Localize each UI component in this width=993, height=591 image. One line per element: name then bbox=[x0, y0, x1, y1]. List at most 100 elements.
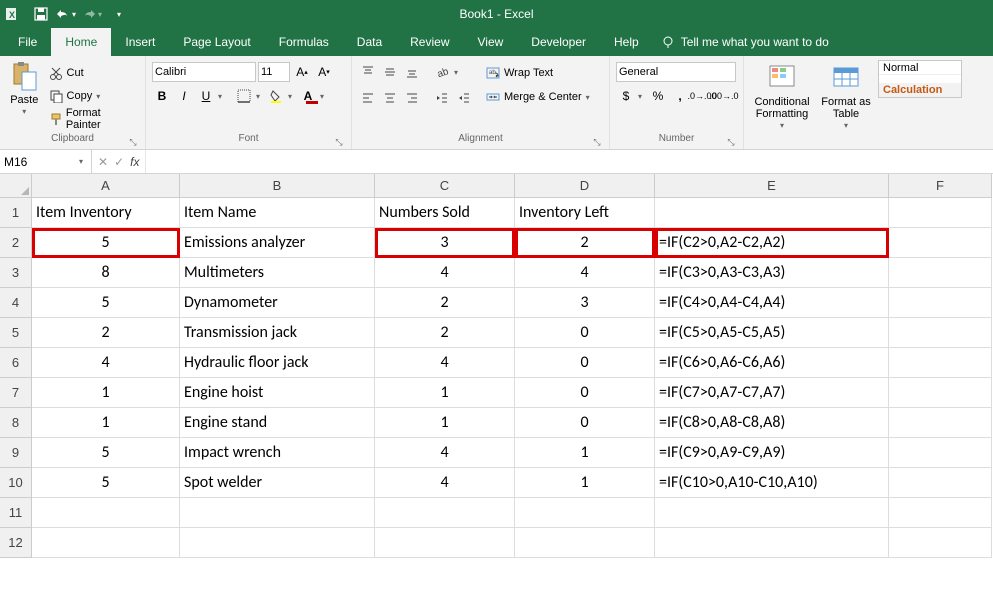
cell-E12[interactable] bbox=[655, 528, 889, 558]
enter-formula-icon[interactable]: ✓ bbox=[114, 155, 124, 169]
cell-D3[interactable]: 4 bbox=[515, 258, 655, 288]
cell-C5[interactable]: 2 bbox=[375, 318, 515, 348]
style-calculation[interactable]: Calculation bbox=[879, 83, 961, 97]
row-header-3[interactable]: 3 bbox=[0, 258, 32, 288]
cell-F9[interactable] bbox=[889, 438, 992, 468]
number-format-select[interactable] bbox=[616, 62, 736, 82]
cell-E4[interactable]: =IF(C4>0,A4-C4,A4) bbox=[655, 288, 889, 318]
row-header-6[interactable]: 6 bbox=[0, 348, 32, 378]
cell-F11[interactable] bbox=[889, 498, 992, 528]
cell-B11[interactable] bbox=[180, 498, 375, 528]
tell-me-search[interactable]: Tell me what you want to do bbox=[661, 28, 829, 56]
style-normal[interactable]: Normal bbox=[879, 61, 961, 75]
cell-B10[interactable]: Spot welder bbox=[180, 468, 375, 498]
fx-icon[interactable]: fx bbox=[130, 155, 139, 169]
cell-F7[interactable] bbox=[889, 378, 992, 408]
row-header-7[interactable]: 7 bbox=[0, 378, 32, 408]
cell-B9[interactable]: Impact wrench bbox=[180, 438, 375, 468]
decrease-decimal-button[interactable]: .00→.0 bbox=[714, 86, 734, 106]
cell-F2[interactable] bbox=[889, 228, 992, 258]
formula-input[interactable] bbox=[146, 150, 993, 173]
increase-indent-button[interactable] bbox=[454, 88, 474, 108]
cell-A5[interactable]: 2 bbox=[32, 318, 180, 348]
align-center-button[interactable] bbox=[380, 88, 400, 108]
decrease-font-button[interactable]: A▾ bbox=[314, 62, 334, 82]
font-launcher-icon[interactable]: ⤡ bbox=[333, 137, 345, 149]
cell-B8[interactable]: Engine stand bbox=[180, 408, 375, 438]
cell-C8[interactable]: 1 bbox=[375, 408, 515, 438]
cell-E8[interactable]: =IF(C8>0,A8-C8,A8) bbox=[655, 408, 889, 438]
undo-button[interactable]: ▾ bbox=[54, 2, 80, 26]
cell-A4[interactable]: 5 bbox=[32, 288, 180, 318]
align-left-button[interactable] bbox=[358, 88, 378, 108]
cell-E11[interactable] bbox=[655, 498, 889, 528]
cell-C12[interactable] bbox=[375, 528, 515, 558]
format-painter-button[interactable]: Format Painter bbox=[45, 108, 139, 130]
cell-E2[interactable]: =IF(C2>0,A2-C2,A2) bbox=[655, 228, 889, 258]
cell-F4[interactable] bbox=[889, 288, 992, 318]
cell-A2[interactable]: 5 bbox=[32, 228, 180, 258]
tab-developer[interactable]: Developer bbox=[517, 28, 600, 56]
cell-F1[interactable] bbox=[889, 198, 992, 228]
cell-D9[interactable]: 1 bbox=[515, 438, 655, 468]
cell-B7[interactable]: Engine hoist bbox=[180, 378, 375, 408]
alignment-launcher-icon[interactable]: ⤡ bbox=[591, 137, 603, 149]
select-all-button[interactable] bbox=[0, 174, 32, 198]
percent-format-button[interactable]: % bbox=[648, 86, 668, 106]
cell-A1[interactable]: Item Inventory bbox=[32, 198, 180, 228]
cut-button[interactable]: Cut bbox=[45, 62, 139, 84]
tab-insert[interactable]: Insert bbox=[111, 28, 169, 56]
row-header-2[interactable]: 2 bbox=[0, 228, 32, 258]
cell-B12[interactable] bbox=[180, 528, 375, 558]
cell-styles-gallery[interactable]: Normal Calculation bbox=[878, 60, 962, 98]
row-header-4[interactable]: 4 bbox=[0, 288, 32, 318]
cell-C4[interactable]: 2 bbox=[375, 288, 515, 318]
cell-C11[interactable] bbox=[375, 498, 515, 528]
fill-color-button[interactable] bbox=[266, 86, 286, 106]
cell-C9[interactable]: 4 bbox=[375, 438, 515, 468]
copy-button[interactable]: Copy▾ bbox=[45, 85, 139, 107]
cell-F5[interactable] bbox=[889, 318, 992, 348]
number-launcher-icon[interactable]: ⤡ bbox=[725, 137, 737, 149]
cell-D1[interactable]: Inventory Left bbox=[515, 198, 655, 228]
column-header-F[interactable]: F bbox=[889, 174, 992, 198]
format-as-table-button[interactable]: Format as Table▾ bbox=[818, 60, 874, 133]
cell-C2[interactable]: 3 bbox=[375, 228, 515, 258]
cell-A7[interactable]: 1 bbox=[32, 378, 180, 408]
increase-font-button[interactable]: A▴ bbox=[292, 62, 312, 82]
cell-E6[interactable]: =IF(C6>0,A6-C6,A6) bbox=[655, 348, 889, 378]
row-header-5[interactable]: 5 bbox=[0, 318, 32, 348]
qat-customize[interactable]: ▾ bbox=[106, 2, 132, 26]
borders-button[interactable] bbox=[234, 86, 254, 106]
cell-F8[interactable] bbox=[889, 408, 992, 438]
cell-C6[interactable]: 4 bbox=[375, 348, 515, 378]
spreadsheet-grid[interactable]: ABCDEF 123456789101112 Item InventoryIte… bbox=[0, 174, 993, 591]
name-box-dropdown-icon[interactable]: ▾ bbox=[74, 157, 88, 166]
cell-B6[interactable]: Hydraulic floor jack bbox=[180, 348, 375, 378]
cell-A9[interactable]: 5 bbox=[32, 438, 180, 468]
align-right-button[interactable] bbox=[402, 88, 422, 108]
cell-C10[interactable]: 4 bbox=[375, 468, 515, 498]
cell-D12[interactable] bbox=[515, 528, 655, 558]
cell-D5[interactable]: 0 bbox=[515, 318, 655, 348]
tab-help[interactable]: Help bbox=[600, 28, 653, 56]
cell-E10[interactable]: =IF(C10>0,A10-C10,A10) bbox=[655, 468, 889, 498]
cell-C1[interactable]: Numbers Sold bbox=[375, 198, 515, 228]
cell-B5[interactable]: Transmission jack bbox=[180, 318, 375, 348]
cell-E1[interactable] bbox=[655, 198, 889, 228]
tab-data[interactable]: Data bbox=[343, 28, 396, 56]
cell-B4[interactable]: Dynamometer bbox=[180, 288, 375, 318]
cell-E9[interactable]: =IF(C9>0,A9-C9,A9) bbox=[655, 438, 889, 468]
cell-A12[interactable] bbox=[32, 528, 180, 558]
font-size-select[interactable] bbox=[258, 62, 290, 82]
bold-button[interactable]: B bbox=[152, 86, 172, 106]
row-header-9[interactable]: 9 bbox=[0, 438, 32, 468]
paste-button[interactable]: Paste ▾ bbox=[6, 58, 43, 119]
cell-F10[interactable] bbox=[889, 468, 992, 498]
column-header-E[interactable]: E bbox=[655, 174, 889, 198]
tab-page-layout[interactable]: Page Layout bbox=[169, 28, 264, 56]
cell-F12[interactable] bbox=[889, 528, 992, 558]
cell-D4[interactable]: 3 bbox=[515, 288, 655, 318]
cell-B1[interactable]: Item Name bbox=[180, 198, 375, 228]
cell-A10[interactable]: 5 bbox=[32, 468, 180, 498]
